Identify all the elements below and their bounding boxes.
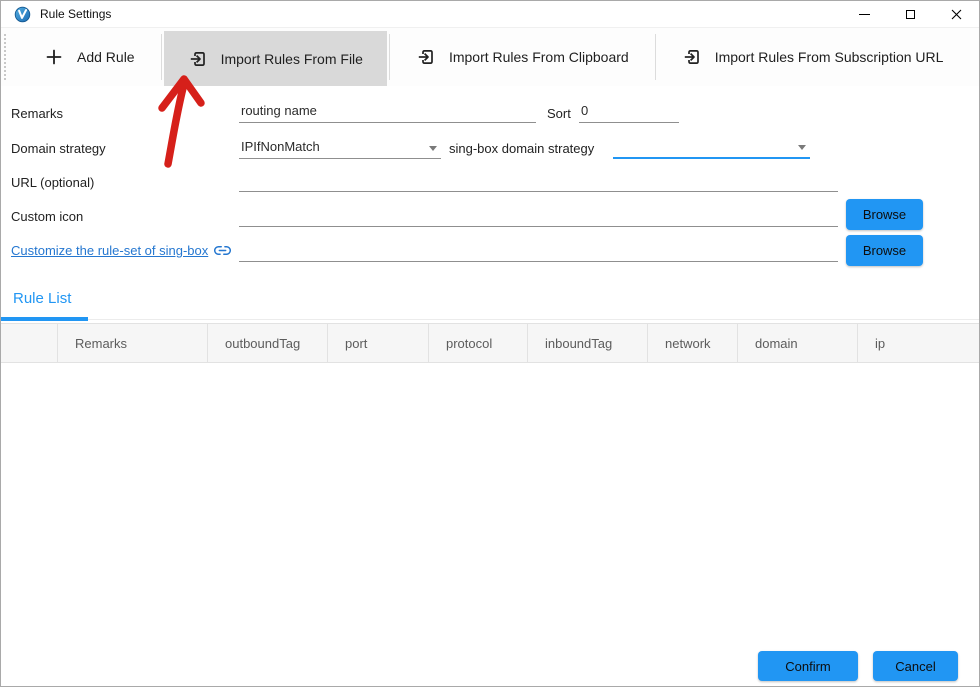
customize-ruleset-singbox-label: Customize the rule-set of sing-box [11, 243, 208, 258]
column-header-inboundtag[interactable]: inboundTag [528, 324, 648, 362]
column-header-outboundtag[interactable]: outboundTag [208, 324, 328, 362]
custom-icon-label: Custom icon [11, 209, 83, 224]
import-icon [188, 49, 208, 69]
singbox-domain-strategy-label: sing-box domain strategy [449, 141, 594, 156]
close-button[interactable] [933, 1, 979, 28]
column-header-network[interactable]: network [648, 324, 738, 362]
rule-table-header: Remarks outboundTag port protocol inboun… [1, 323, 980, 363]
cancel-button[interactable]: Cancel [873, 651, 958, 681]
confirm-button[interactable]: Confirm [758, 651, 858, 681]
window-controls [841, 1, 979, 28]
minimize-icon [859, 14, 870, 15]
chevron-down-icon [429, 146, 437, 151]
window-title: Rule Settings [40, 7, 111, 21]
rule-settings-window: Rule Settings Add Rule [0, 0, 980, 687]
maximize-icon [906, 10, 915, 19]
toolbar-separator [655, 34, 656, 80]
domain-strategy-value: IPIfNonMatch [241, 139, 320, 154]
maximize-button[interactable] [887, 1, 933, 28]
app-logo-icon [14, 6, 31, 23]
singbox-domain-strategy-select[interactable] [613, 135, 810, 159]
import-icon [682, 47, 702, 67]
ruleset-browse-button[interactable]: Browse [846, 235, 923, 266]
ruleset-input[interactable] [239, 240, 838, 262]
column-header-remarks[interactable]: Remarks [58, 324, 208, 362]
customize-ruleset-singbox-link[interactable]: Customize the rule-set of sing-box [11, 243, 232, 258]
add-rule-label: Add Rule [77, 49, 135, 65]
chevron-down-icon [798, 145, 806, 150]
import-rules-from-file-label: Import Rules From File [221, 51, 363, 67]
remarks-input[interactable] [239, 101, 536, 123]
column-header-protocol[interactable]: protocol [429, 324, 528, 362]
import-icon [416, 47, 436, 67]
sort-input[interactable] [579, 101, 679, 123]
toolbar-separator [161, 34, 162, 80]
column-header-port[interactable]: port [328, 324, 429, 362]
minimize-button[interactable] [841, 1, 887, 28]
url-optional-label: URL (optional) [11, 175, 94, 190]
toolbar-grip-handle[interactable] [4, 34, 14, 80]
import-rules-from-subscription-url-label: Import Rules From Subscription URL [715, 49, 944, 65]
toolbar-separator [389, 34, 390, 80]
domain-strategy-label: Domain strategy [11, 141, 106, 156]
sort-label: Sort [547, 106, 571, 121]
add-rule-button[interactable]: Add Rule [20, 28, 159, 86]
plus-icon [44, 47, 64, 67]
custom-icon-input[interactable] [239, 205, 838, 227]
tab-active-indicator [1, 317, 88, 321]
url-input[interactable] [239, 170, 838, 192]
import-rules-from-clipboard-label: Import Rules From Clipboard [449, 49, 629, 65]
column-header-selector[interactable] [1, 324, 58, 362]
tab-rule-list[interactable]: Rule List [13, 290, 71, 307]
import-rules-from-file-button[interactable]: Import Rules From File [164, 31, 387, 86]
column-header-domain[interactable]: domain [738, 324, 858, 362]
remarks-label: Remarks [11, 106, 63, 121]
custom-icon-browse-button[interactable]: Browse [846, 199, 923, 230]
import-rules-from-subscription-url-button[interactable]: Import Rules From Subscription URL [658, 28, 968, 86]
import-rules-from-clipboard-button[interactable]: Import Rules From Clipboard [392, 28, 653, 86]
link-icon [213, 244, 232, 257]
domain-strategy-select[interactable]: IPIfNonMatch [239, 135, 441, 159]
title-bar[interactable]: Rule Settings [1, 1, 979, 28]
toolbar: Add Rule Import Rules From File Import R… [1, 28, 979, 86]
close-icon [951, 9, 962, 20]
tab-baseline [88, 319, 980, 320]
column-header-ip[interactable]: ip [858, 324, 980, 362]
